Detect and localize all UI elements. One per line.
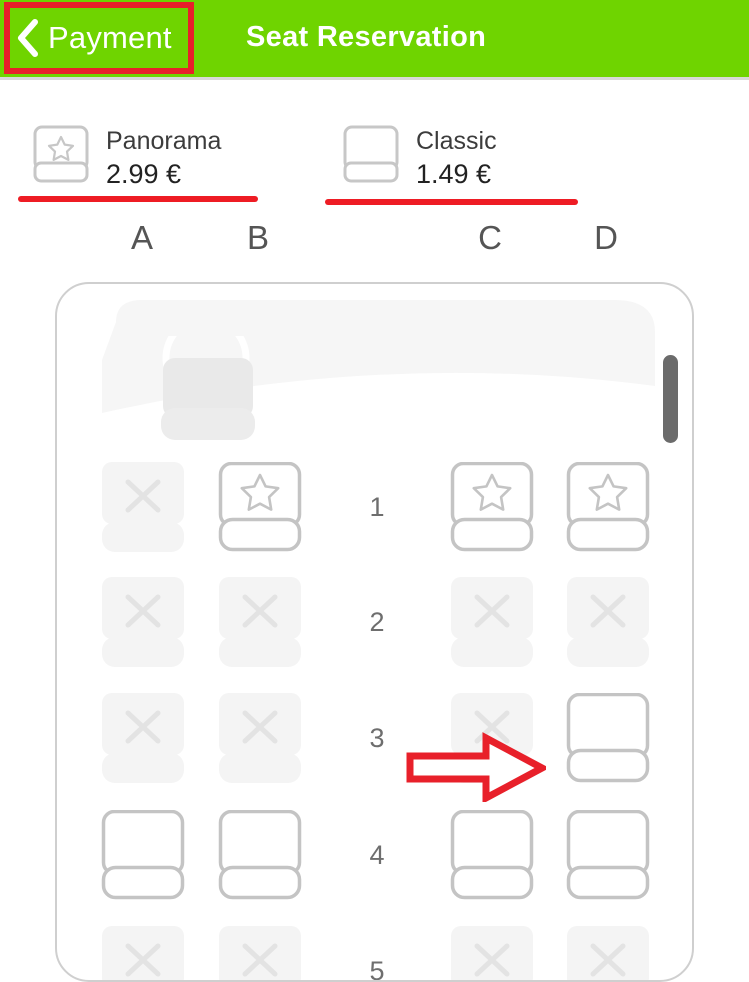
row-number-2: 2 [369,607,385,637]
legend-item-panorama[interactable]: Panorama 2.99 € [33,125,221,190]
legend-panorama-price: 2.99 € [106,159,182,189]
seat-1A [100,462,186,554]
annotation-underline-classic [325,199,578,205]
annotation-underline-panorama [18,196,258,202]
seat-occupied-icon [102,926,184,980]
seat-5A [100,926,186,980]
seat-occupied-icon [451,926,533,980]
seat-column-headers: A B C D [0,219,749,269]
seat-occupied-icon [102,693,184,783]
row-number-1: 1 [369,492,385,522]
seat-row: 5 [57,926,692,982]
seat-1C[interactable] [449,462,535,554]
legend-panorama-texts: Panorama 2.99 € [106,125,221,190]
seat-row: 2 [57,577,692,693]
seat-occupied-icon [102,462,184,552]
column-header-b: B [246,219,269,256]
seat-occupied-icon [567,926,649,980]
column-header-a: A [130,219,153,256]
seat-2A [100,577,186,669]
seat-4D[interactable] [565,810,651,902]
legend-classic-name: Classic [416,127,497,155]
row-number-3: 3 [369,723,385,753]
seat-map-panel[interactable]: 1 2 3 4 5 [55,282,694,982]
legend-panorama-name: Panorama [106,127,222,155]
seat-plain-icon [101,810,185,900]
seat-4C[interactable] [449,810,535,902]
seat-star-icon [33,125,89,183]
seat-5C [449,926,535,980]
seat-5D [565,926,651,980]
seat-occupied-icon [219,693,301,783]
seat-occupied-icon [219,926,301,980]
driver-seat-icon [161,336,255,440]
legend-classic-price: 1.49 € [416,159,492,189]
seat-3D[interactable] [565,693,651,785]
seat-occupied-icon [451,577,533,667]
seat-plain-icon [566,693,650,783]
seat-plain-icon [343,125,399,183]
seat-type-legend: Panorama 2.99 € Classic 1.49 € [0,77,749,212]
seat-map-scrollbar-thumb[interactable] [663,355,678,443]
seat-star-icon [566,462,650,552]
seat-star-icon [218,462,302,552]
seat-4B[interactable] [217,810,303,902]
seat-3B [217,693,303,785]
seat-occupied-icon [451,693,533,783]
seat-3C [449,693,535,785]
row-number-5: 5 [369,956,385,982]
seat-3A [100,693,186,785]
seat-4A[interactable] [100,810,186,902]
seat-row: 4 [57,810,692,926]
row-number-4: 4 [369,840,385,870]
legend-classic-texts: Classic 1.49 € [416,125,497,190]
seat-occupied-icon [567,577,649,667]
seat-occupied-icon [102,577,184,667]
seat-1D[interactable] [565,462,651,554]
seat-2D [565,577,651,669]
chevron-left-icon [18,19,38,57]
seat-2B [217,577,303,669]
seat-plain-icon [566,810,650,900]
seat-plain-icon [218,810,302,900]
seat-star-icon [450,462,534,552]
back-button-label: Payment [48,20,172,55]
seat-5B [217,926,303,980]
column-header-c: C [478,219,502,256]
page-title: Seat Reservation [246,21,487,53]
legend-item-classic[interactable]: Classic 1.49 € [343,125,497,190]
seat-1B[interactable] [217,462,303,554]
column-header-d: D [594,219,618,256]
back-to-payment-button[interactable]: Payment [16,10,172,66]
seat-occupied-icon [219,577,301,667]
seat-plain-icon [450,810,534,900]
seat-2C [449,577,535,669]
seat-row: 1 [57,462,692,578]
seat-row: 3 [57,693,692,809]
